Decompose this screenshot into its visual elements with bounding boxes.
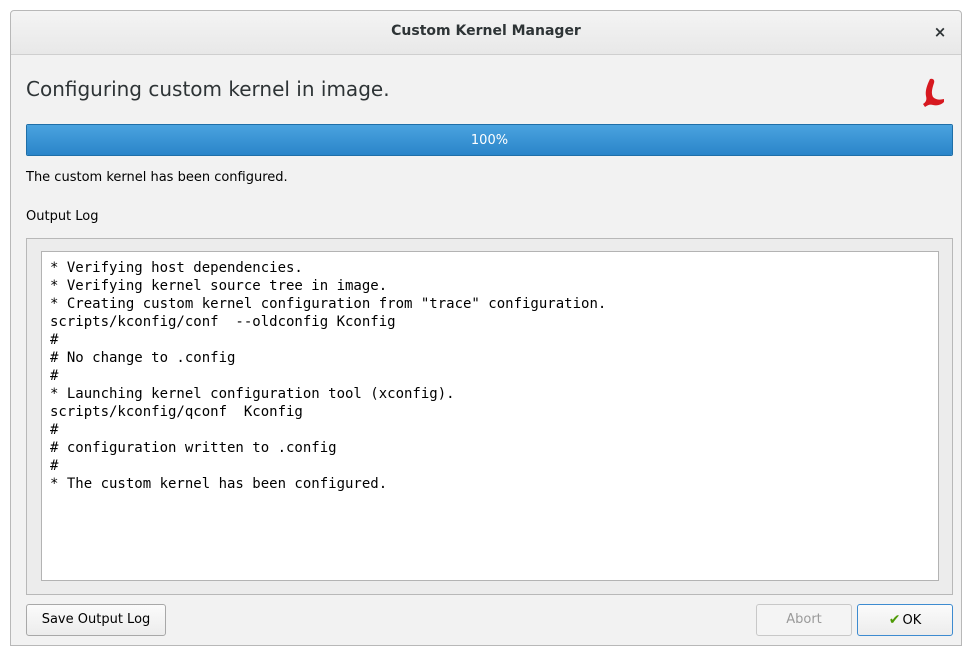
log-line: scripts/kconfig/conf --oldconfig Kconfig bbox=[50, 314, 396, 330]
log-line: # bbox=[50, 422, 59, 438]
close-icon[interactable]: × bbox=[929, 21, 951, 43]
status-text: The custom kernel has been configured. bbox=[26, 170, 288, 185]
log-line: # configuration written to .config bbox=[50, 440, 337, 456]
output-log-textarea[interactable]: * Verifying host dependencies. * Verifyin… bbox=[41, 251, 939, 581]
abort-button[interactable]: Abort bbox=[756, 604, 852, 636]
log-line: * Creating custom kernel configuration f… bbox=[50, 296, 607, 312]
log-line: # bbox=[50, 368, 59, 384]
log-line: * Verifying host dependencies. bbox=[50, 260, 303, 276]
page-title: Configuring custom kernel in image. bbox=[26, 77, 390, 101]
log-line: * Launching kernel configuration tool (x… bbox=[50, 386, 455, 402]
window-title: Custom Kernel Manager bbox=[391, 23, 581, 39]
ok-button[interactable]: ✔ OK bbox=[857, 604, 953, 636]
dialog-window: Custom Kernel Manager × Configuring cust… bbox=[10, 10, 962, 646]
ok-button-label: OK bbox=[902, 613, 922, 628]
log-line: # No change to .config bbox=[50, 350, 236, 366]
progress-label: 100% bbox=[470, 133, 509, 148]
check-icon: ✔ bbox=[888, 612, 901, 628]
log-line: scripts/kconfig/qconf Kconfig bbox=[50, 404, 303, 420]
log-line: # bbox=[50, 458, 59, 474]
log-line: * Verifying kernel source tree in image. bbox=[50, 278, 388, 294]
output-log-frame: * Verifying host dependencies. * Verifyin… bbox=[26, 238, 953, 595]
red-bird-logo-icon bbox=[923, 78, 944, 107]
title-bar[interactable]: Custom Kernel Manager × bbox=[11, 11, 961, 55]
save-output-log-button[interactable]: Save Output Log bbox=[26, 604, 166, 636]
log-line: * The custom kernel has been configured. bbox=[50, 476, 388, 492]
output-log-label: Output Log bbox=[26, 209, 99, 224]
log-line: # bbox=[50, 332, 59, 348]
progress-bar: 100% bbox=[26, 124, 953, 156]
